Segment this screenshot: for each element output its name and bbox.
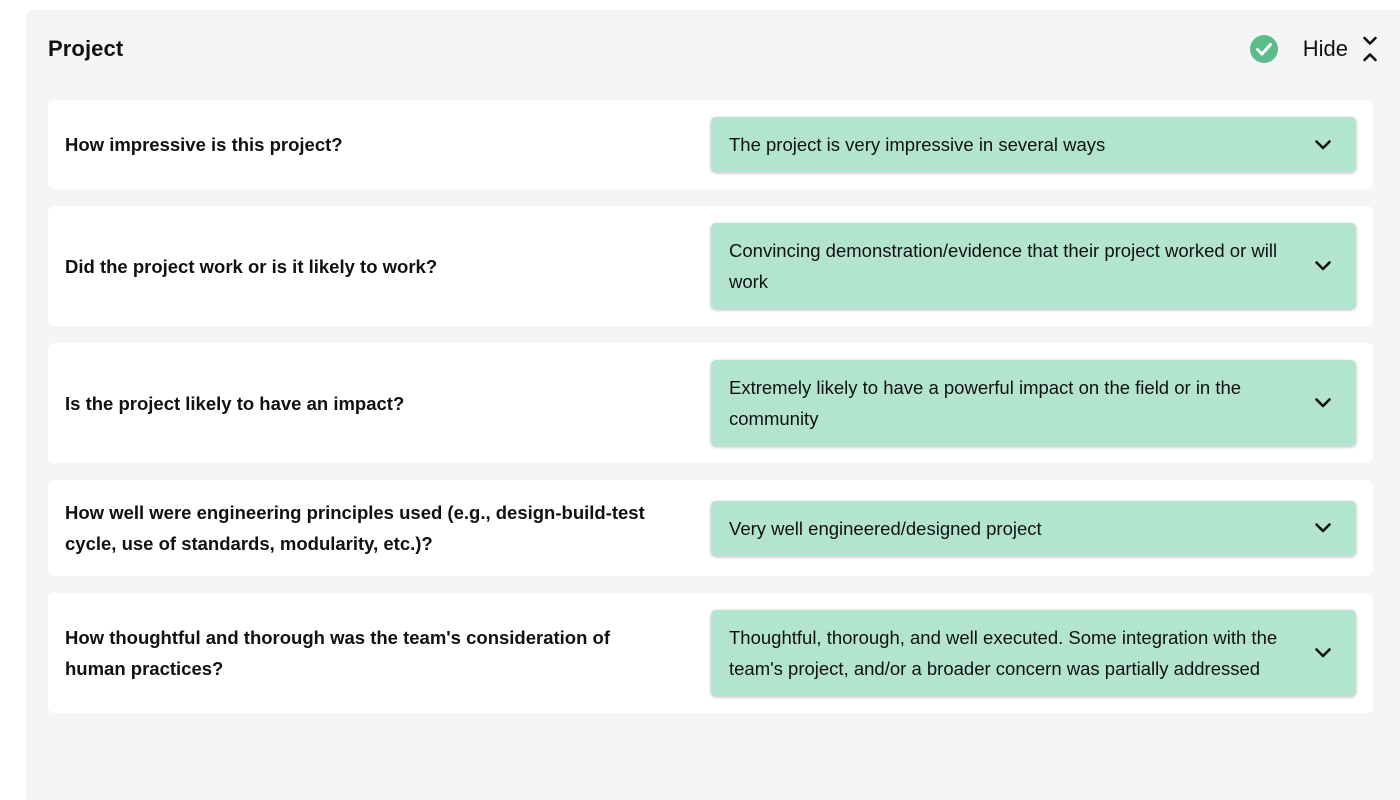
hide-label: Hide xyxy=(1302,36,1348,61)
answer-dropdown[interactable]: Very well engineered/designed project xyxy=(711,500,1356,556)
answer-dropdown[interactable]: Extremely likely to have a powerful impa… xyxy=(711,360,1356,446)
answer-dropdown[interactable]: Convincing demonstration/evidence that t… xyxy=(711,223,1356,309)
question-row-work: Did the project work or is it likely to … xyxy=(48,206,1373,326)
answer-value: Extremely likely to have a powerful impa… xyxy=(729,377,1242,429)
section-title: Project xyxy=(48,36,124,61)
question-row-impact: Is the project likely to have an impact?… xyxy=(48,343,1373,463)
project-section: Project Hide How impressive is this proj… xyxy=(26,10,1400,800)
answer-value: The project is very impressive in severa… xyxy=(729,134,1106,155)
check-circle-icon xyxy=(1249,35,1278,63)
header-controls: Hide xyxy=(1249,34,1378,64)
chevron-down-icon xyxy=(1315,261,1331,271)
question-label: How well were engineering principles use… xyxy=(65,502,645,554)
question-row-impressive: How impressive is this project? The proj… xyxy=(48,100,1373,189)
chevron-down-icon xyxy=(1315,523,1331,533)
question-list: How impressive is this project? The proj… xyxy=(48,100,1373,730)
question-row-engineering: How well were engineering principles use… xyxy=(48,480,1373,576)
chevron-down-icon xyxy=(1315,139,1331,149)
question-label: How thoughtful and thorough was the team… xyxy=(65,627,611,679)
collapse-icon xyxy=(1363,36,1377,62)
hide-toggle-button[interactable]: Hide xyxy=(1303,35,1378,63)
question-row-human-practices: How thoughtful and thorough was the team… xyxy=(48,593,1373,713)
question-label: Is the project likely to have an impact? xyxy=(65,392,405,414)
answer-dropdown[interactable]: Thoughtful, thorough, and well executed.… xyxy=(711,610,1356,696)
section-header: Project Hide xyxy=(48,10,1378,88)
answer-value: Convincing demonstration/evidence that t… xyxy=(729,240,1278,292)
question-label: Did the project work or is it likely to … xyxy=(65,255,438,277)
chevron-down-icon xyxy=(1315,398,1331,408)
answer-dropdown[interactable]: The project is very impressive in severa… xyxy=(711,117,1356,172)
answer-value: Very well engineered/designed project xyxy=(729,517,1042,539)
question-label: How impressive is this project? xyxy=(65,134,343,155)
chevron-down-icon xyxy=(1315,648,1331,658)
answer-value: Thoughtful, thorough, and well executed.… xyxy=(729,627,1278,679)
